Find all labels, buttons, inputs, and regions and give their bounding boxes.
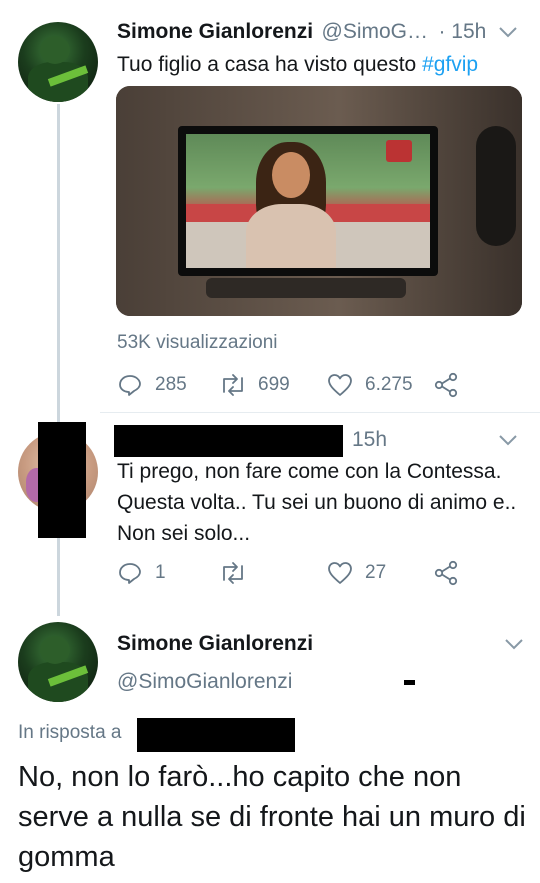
retweet-icon[interactable] (219, 561, 247, 585)
reply-count: 285 (155, 374, 187, 395)
share-icon[interactable] (433, 372, 459, 398)
reply-icon[interactable] (118, 373, 142, 397)
avatar[interactable] (18, 22, 98, 102)
redaction-reply-handle (137, 718, 295, 752)
retweet-count: 699 (258, 374, 290, 395)
like-count: 6.275 (365, 374, 413, 395)
tweet-time[interactable]: · 15h (438, 20, 486, 43)
chevron-down-icon[interactable] (498, 433, 518, 447)
thread-line (57, 104, 60, 616)
author-name[interactable]: Simone Gianlorenzi (117, 20, 313, 43)
like-count: 27 (365, 562, 387, 583)
redaction-mark (404, 680, 415, 685)
redaction-avatar (38, 422, 86, 538)
views-count[interactable]: 53K visualizzazioni (117, 332, 278, 354)
like-icon[interactable] (327, 373, 353, 397)
tweet-header: Simone Gianlorenzi @SimoG… · 15h (117, 20, 527, 50)
author-handle[interactable]: @SimoG… (322, 20, 429, 43)
tv-screen (186, 134, 430, 268)
redaction-name (114, 425, 343, 457)
tweet-text-body: Tuo figlio a casa ha visto questo (117, 53, 423, 76)
reply-context: In risposta a (18, 722, 122, 743)
like-icon[interactable] (327, 561, 353, 585)
reply-icon[interactable] (118, 561, 142, 585)
tweet-media[interactable] (116, 86, 522, 316)
tweet-text: Tuo figlio a casa ha visto questo #gfvip (117, 49, 527, 80)
hashtag-link[interactable]: #gfvip (422, 53, 478, 76)
retweet-icon[interactable] (219, 373, 247, 397)
chevron-down-icon[interactable] (504, 637, 524, 651)
tweet-time[interactable]: 15h (352, 428, 387, 452)
tweet-text: No, non lo farò...ho capito che non serv… (18, 761, 526, 873)
tweet-text: Ti prego, non fare come con la Contessa.… (117, 460, 517, 545)
divider (100, 412, 540, 413)
share-icon[interactable] (433, 560, 459, 586)
reply-count: 1 (155, 562, 166, 583)
avatar[interactable] (18, 622, 98, 702)
chevron-down-icon[interactable] (498, 25, 518, 39)
author-handle[interactable]: @SimoGianlorenzi (117, 670, 292, 694)
author-name[interactable]: Simone Gianlorenzi (117, 632, 313, 656)
